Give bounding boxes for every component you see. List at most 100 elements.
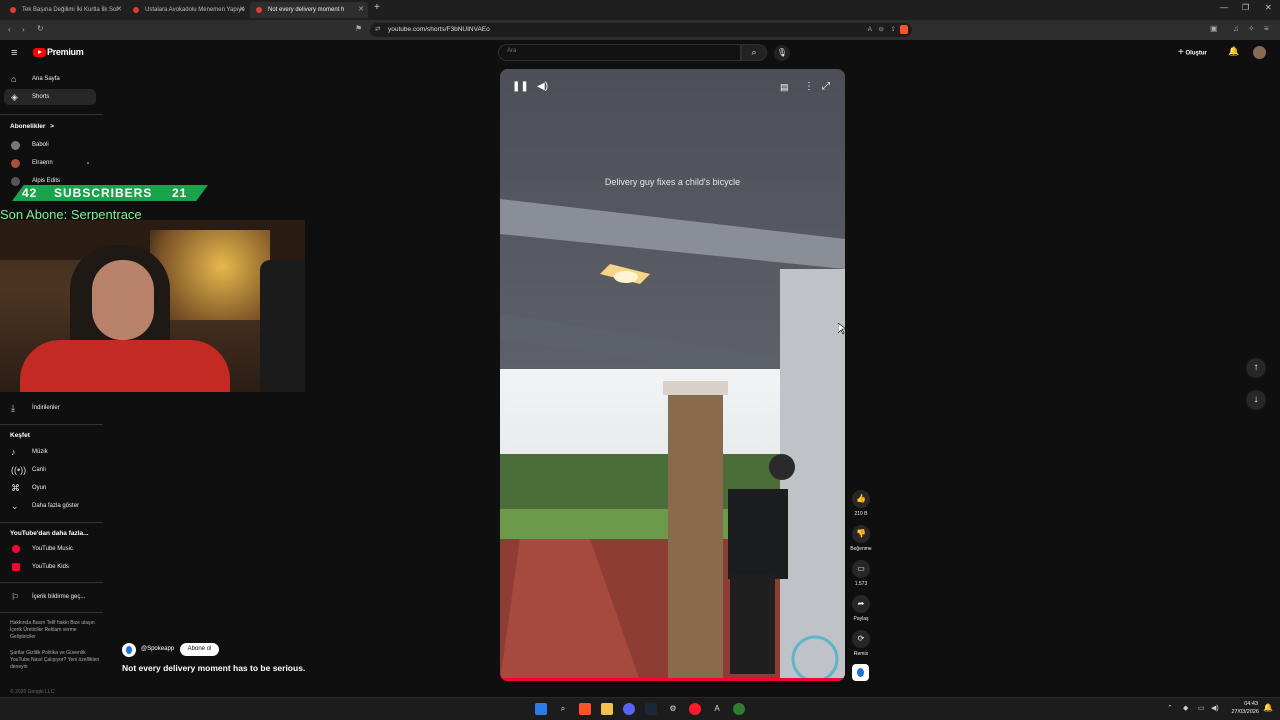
notification-bell-icon[interactable]: 🔔 <box>1263 703 1273 712</box>
more-options-icon[interactable]: ⋮ <box>804 81 814 92</box>
bookmark-icon[interactable]: ⚑ <box>355 24 362 33</box>
sound-channel-thumbnail[interactable] <box>852 664 869 681</box>
progress-bar[interactable] <box>500 678 845 681</box>
minimize-icon[interactable]: — <box>1220 3 1228 12</box>
back-icon[interactable]: ‹ <box>8 25 11 34</box>
explore-heading: Keşfet <box>10 432 30 439</box>
channel-avatar[interactable] <box>122 643 136 657</box>
share-button[interactable]: ➦ Paylaş <box>849 595 873 622</box>
file-explorer-icon[interactable] <box>601 703 613 715</box>
sidebar-item-home[interactable]: ⌂ Ana Sayfa <box>0 71 100 87</box>
sidebar-item-downloads[interactable]: ⤓ İndirilenler <box>0 400 100 416</box>
clock-date[interactable]: 27/03/2026 <box>1226 709 1259 715</box>
next-short-button[interactable]: ↓ <box>1246 390 1266 410</box>
tab-title: Ustalara Avokadolu Menemen Yapıyo <box>145 7 245 13</box>
sidebar-item-gaming[interactable]: ⌘ Oyun <box>0 480 100 496</box>
captions-icon[interactable]: ▤ <box>780 82 789 93</box>
browser-tab[interactable]: Tek Başına Değilimi İki Kurtla İlk Sol ✕ <box>4 2 126 18</box>
comments-button[interactable]: ▭ 1.573 <box>849 560 873 587</box>
dislike-button[interactable]: 👎 Beğenme <box>849 525 873 552</box>
brave-shield-icon[interactable] <box>900 25 908 34</box>
search-input[interactable]: Ara <box>498 44 741 61</box>
subscriptions-heading[interactable]: Abonelikler > <box>10 123 54 130</box>
notifications-icon[interactable]: 🔔 <box>1228 46 1239 57</box>
sidebar-item-music[interactable]: ♪ Müzik <box>0 444 100 460</box>
share-page-icon[interactable]: ⇪ <box>891 23 896 37</box>
close-tab-icon[interactable]: ✕ <box>116 2 122 18</box>
media-icon[interactable]: ♫ <box>1233 24 1239 33</box>
avatar[interactable] <box>1253 46 1266 59</box>
site-info-icon[interactable]: ⇄ <box>375 23 380 37</box>
live-icon: ((•)) <box>11 465 27 475</box>
new-tab-button[interactable]: + <box>374 2 380 13</box>
remix-button[interactable]: ⟳ Remix <box>849 630 873 657</box>
restore-icon[interactable]: ❐ <box>1242 3 1249 12</box>
sidebar-item-live[interactable]: ((•)) Canlı <box>0 462 100 478</box>
close-window-icon[interactable]: ✕ <box>1265 3 1272 12</box>
zoom-icon[interactable]: ⊖ <box>879 23 884 37</box>
subscribe-button[interactable]: Abone ol <box>180 643 219 656</box>
opera-icon[interactable] <box>689 703 701 715</box>
previous-short-button[interactable]: ↑ <box>1246 358 1266 378</box>
short-title: Not every delivery moment has to be seri… <box>122 663 306 673</box>
search-button[interactable]: ⌕ <box>741 44 767 61</box>
subscriber-goal: 21 <box>172 186 188 200</box>
browser-tab-active[interactable]: Not every delivery moment h ✕ <box>250 2 368 18</box>
footer-links[interactable]: Şartlar Gizlilik Politika ve Güvenlik Yo… <box>10 650 100 671</box>
forward-icon[interactable]: › <box>22 25 25 34</box>
address-bar[interactable]: ⇄ youtube.com/shorts/F3bNUINVAEo A ⊖ ⇪ <box>370 23 912 37</box>
video-frame <box>500 69 845 681</box>
sidebar-toggle-icon[interactable]: ▣ <box>1210 24 1218 33</box>
close-tab-icon[interactable]: ✕ <box>239 2 245 18</box>
volume-icon[interactable]: ◀) <box>1211 704 1219 712</box>
subscriber-goal-banner: 42 SUBSCRIBERS 21 <box>12 185 208 201</box>
clock-time[interactable]: 04:43 <box>1228 701 1258 707</box>
close-tab-icon[interactable]: ✕ <box>358 2 364 18</box>
sidebar-item-report-history[interactable]: ⚐ İçerik bildirme geç... <box>0 589 100 605</box>
copyright: © 2026 Google LLC <box>10 689 55 695</box>
sidebar-divider <box>0 424 103 425</box>
sidebar-item-shorts[interactable]: ◈ Shorts <box>4 89 96 105</box>
reload-icon[interactable]: ↻ <box>37 24 44 33</box>
shorts-video-player[interactable]: Delivery guy fixes a child's bicycle ❚❚ … <box>500 69 845 681</box>
search-icon[interactable]: ⌕ <box>557 703 569 715</box>
app-icon[interactable]: A <box>711 703 723 715</box>
plus-icon: + <box>1178 47 1184 58</box>
sidebar-item-subscription[interactable]: Elraenn <box>0 155 100 171</box>
tray-app-icon[interactable]: ◆ <box>1183 704 1188 712</box>
search-placeholder: Ara <box>507 48 517 54</box>
volume-icon[interactable]: ◀) <box>537 81 548 92</box>
hamburger-menu-icon[interactable]: ≡ <box>11 47 17 59</box>
steam-icon[interactable] <box>645 703 657 715</box>
voice-search-button[interactable]: 🎙 <box>774 45 790 61</box>
youtube-logo-icon[interactable] <box>33 48 46 57</box>
extensions-icon[interactable]: ✧ <box>1248 24 1255 33</box>
channel-handle[interactable]: @Spokeapp <box>141 646 174 652</box>
translate-icon[interactable]: A <box>868 23 872 37</box>
pause-icon[interactable]: ❚❚ <box>512 81 529 92</box>
fullscreen-icon[interactable]: ⤢ <box>822 81 830 92</box>
settings-icon[interactable]: ⚙ <box>667 703 679 715</box>
sidebar-item-show-more[interactable]: ⌄ Daha fazla göster <box>0 498 100 514</box>
discord-icon[interactable] <box>623 703 635 715</box>
windows-start-icon[interactable] <box>535 703 547 715</box>
chat-app-icon[interactable] <box>733 703 745 715</box>
mouse-cursor-icon <box>838 323 846 335</box>
webcam-feed <box>0 220 305 392</box>
sidebar-item-youtube-music[interactable]: YouTube Music <box>0 541 100 557</box>
youtube-logo-text[interactable]: Premium <box>47 47 84 57</box>
arrow-down-icon: ↓ <box>1253 394 1259 405</box>
brave-browser-icon[interactable] <box>579 703 591 715</box>
create-button[interactable]: + Oluştur <box>1178 46 1218 60</box>
windows-taskbar: ⌕ ⚙ A ⌃ ◆ ▭ ◀) 04:43 27/03/2026 🔔 <box>0 697 1280 720</box>
like-button[interactable]: 👍 210 B <box>849 490 873 517</box>
tab-title: Not every delivery moment h <box>268 7 345 13</box>
footer-links[interactable]: Hakkında Basın Telif hakkı Bize ulaşın İ… <box>10 620 100 641</box>
tray-chevron-icon[interactable]: ⌃ <box>1167 704 1173 712</box>
browser-tab[interactable]: Ustalara Avokadolu Menemen Yapıyo ✕ <box>127 2 249 18</box>
music-note-icon: ♪ <box>11 447 16 457</box>
sidebar-item-youtube-kids[interactable]: YouTube Kids <box>0 559 100 575</box>
sidebar-item-subscription[interactable]: Baboli <box>0 137 100 153</box>
network-icon[interactable]: ▭ <box>1198 704 1205 712</box>
menu-icon[interactable]: ≡ <box>1264 24 1269 33</box>
